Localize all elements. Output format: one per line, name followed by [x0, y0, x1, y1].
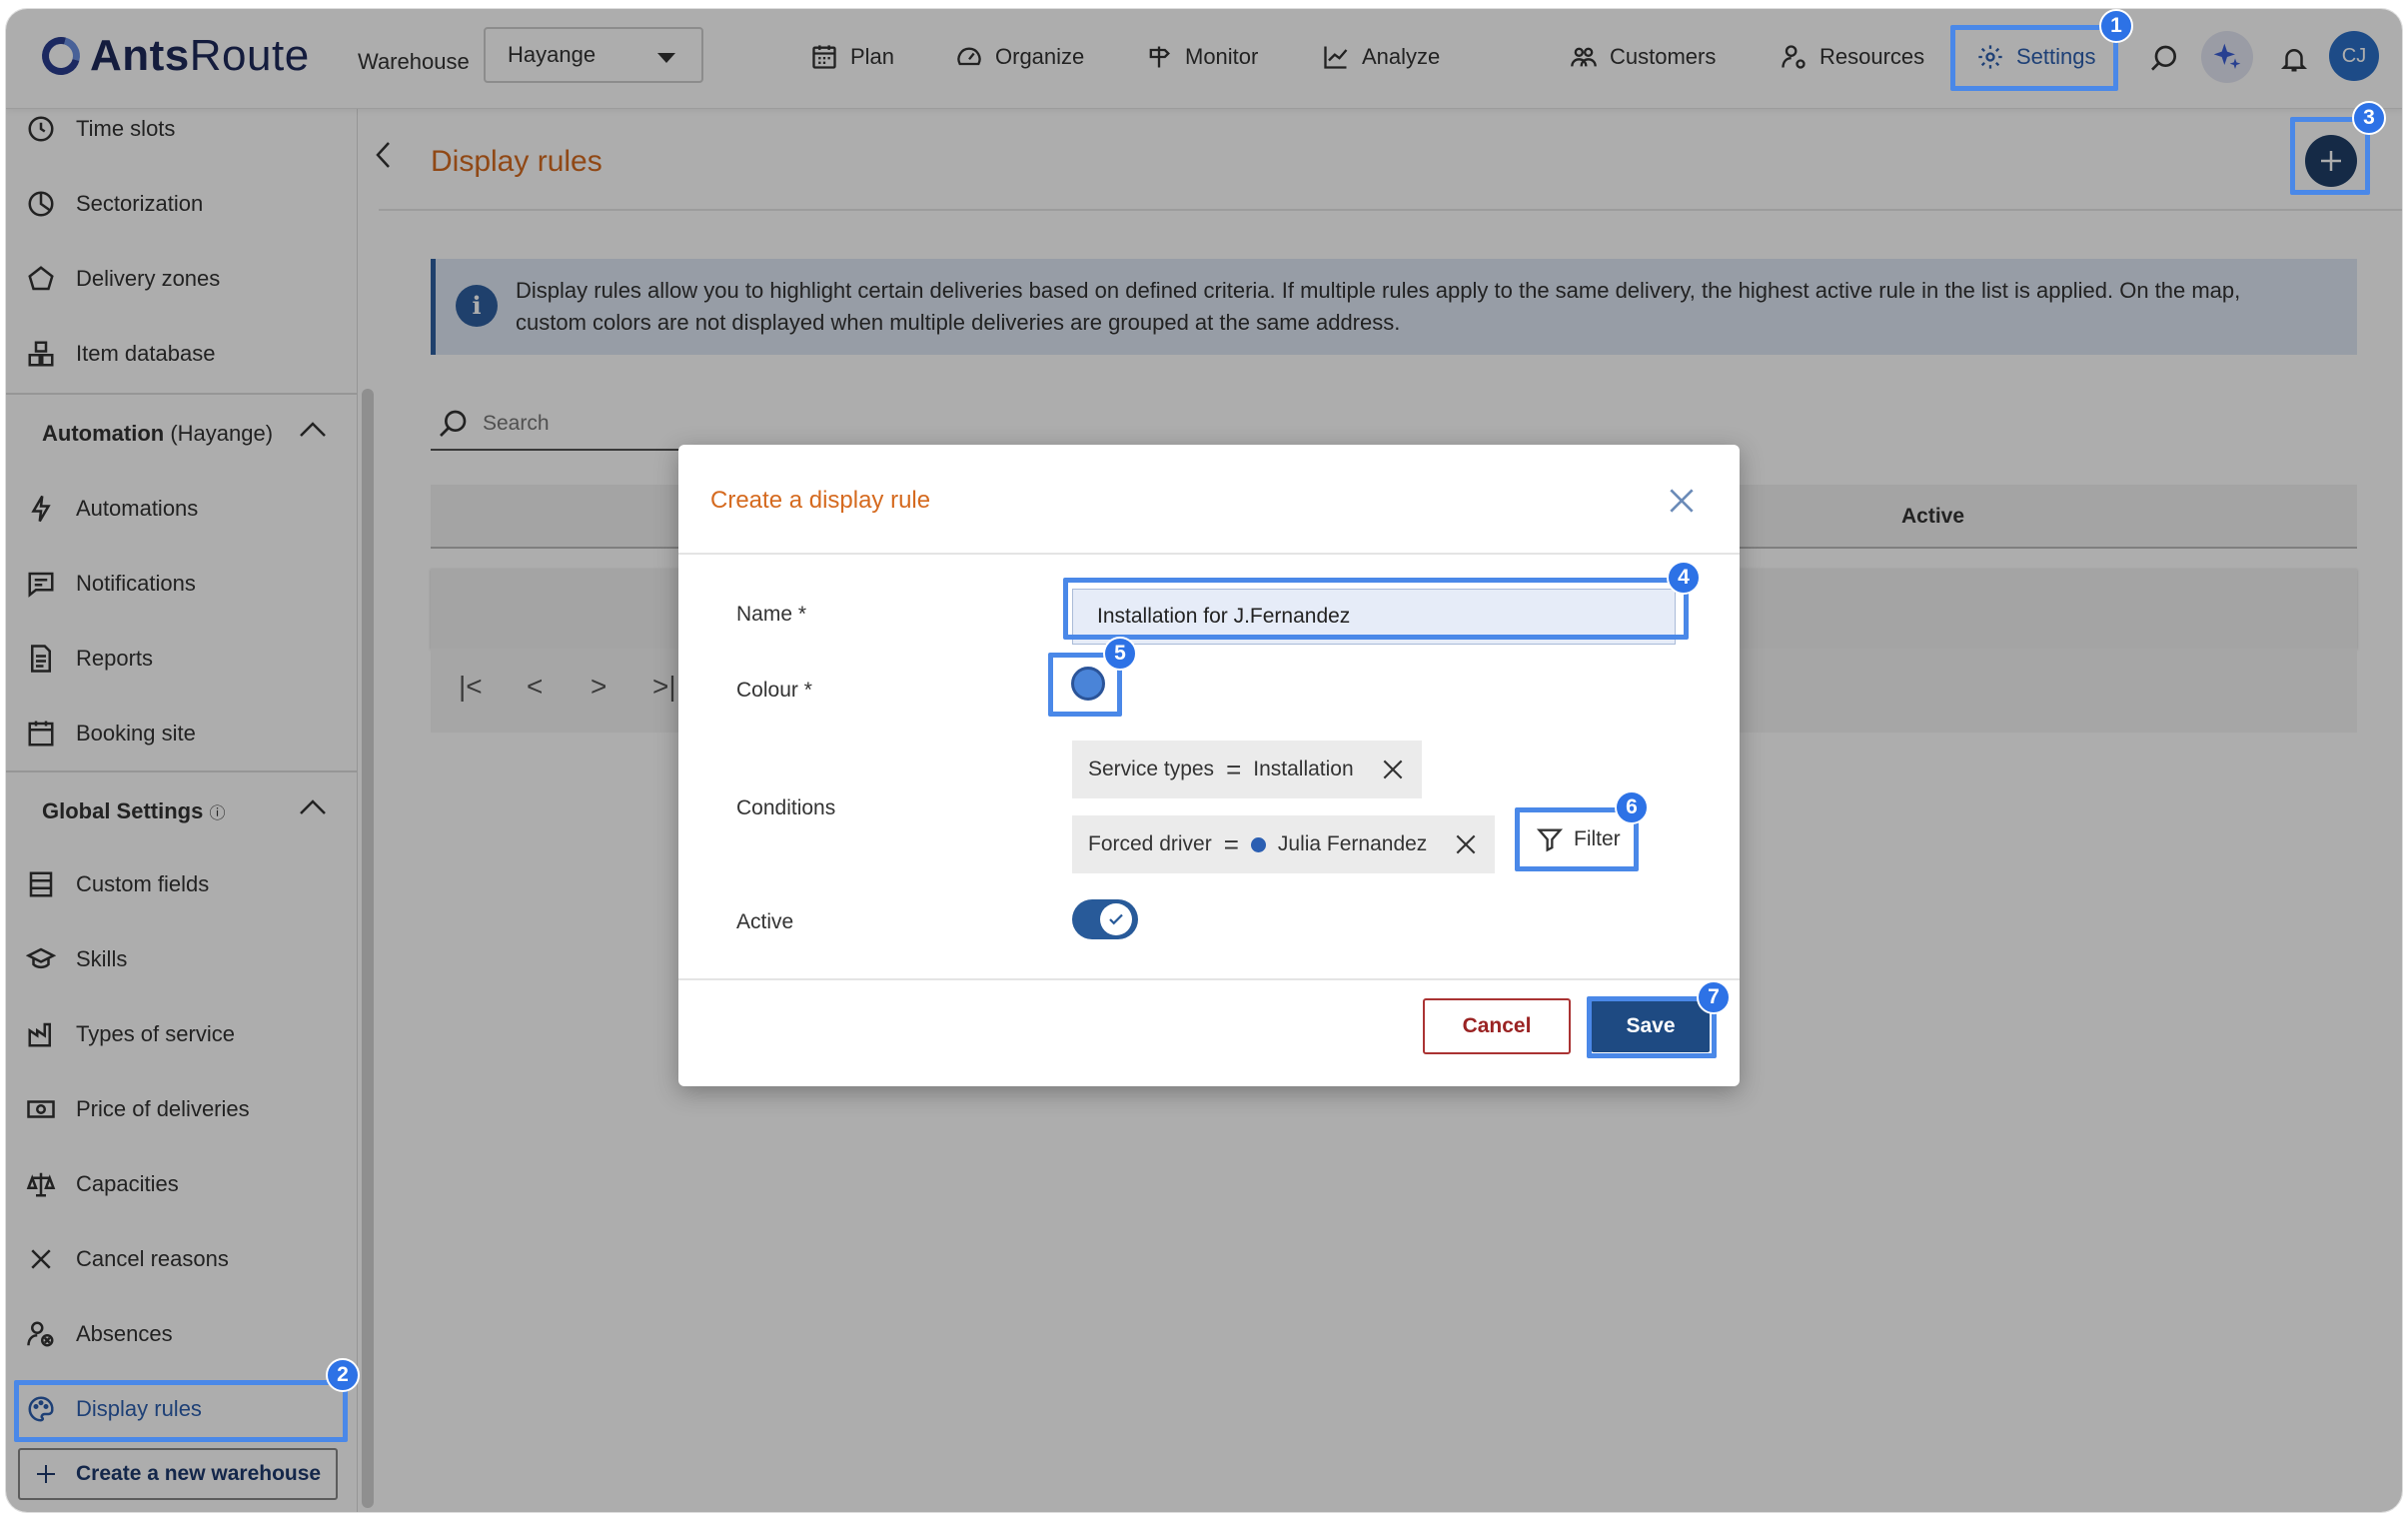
active-toggle[interactable]	[1072, 899, 1138, 939]
close-icon[interactable]	[1666, 485, 1698, 517]
remove-condition-icon[interactable]	[1453, 831, 1479, 857]
create-display-rule-dialog: Create a display rule Name * Installatio…	[678, 445, 1740, 1086]
step-badge: 7	[1697, 980, 1731, 1014]
filter-icon	[1536, 828, 1564, 852]
dialog-title: Create a display rule	[710, 487, 931, 514]
conditions-label: Conditions	[736, 796, 836, 819]
step-badge: 4	[1667, 561, 1701, 595]
step-badge: 2	[326, 1358, 360, 1392]
cancel-button[interactable]: Cancel	[1423, 998, 1571, 1054]
divider	[678, 978, 1740, 980]
name-label: Name *	[736, 603, 807, 626]
divider	[678, 553, 1740, 555]
remove-condition-icon[interactable]	[1380, 757, 1406, 782]
step-badge: 3	[2352, 101, 2386, 135]
check-icon	[1100, 903, 1132, 935]
active-label: Active	[736, 910, 794, 933]
name-input[interactable]: Installation for J.Fernandez	[1072, 589, 1676, 645]
condition-chip[interactable]: Forced driver = Julia Fernandez	[1072, 815, 1496, 873]
save-button[interactable]: Save	[1592, 1000, 1710, 1052]
condition-chip[interactable]: Service types = Installation	[1072, 741, 1422, 798]
step-badge: 5	[1103, 637, 1137, 671]
step-badge: 1	[2099, 9, 2133, 43]
colour-picker[interactable]	[1071, 667, 1105, 701]
step-badge: 6	[1615, 790, 1649, 824]
colour-label: Colour *	[736, 679, 812, 702]
app-window: AntsRoute Warehouse Hayange Plan Organiz…	[5, 8, 2403, 1513]
driver-color-dot	[1250, 836, 1266, 852]
